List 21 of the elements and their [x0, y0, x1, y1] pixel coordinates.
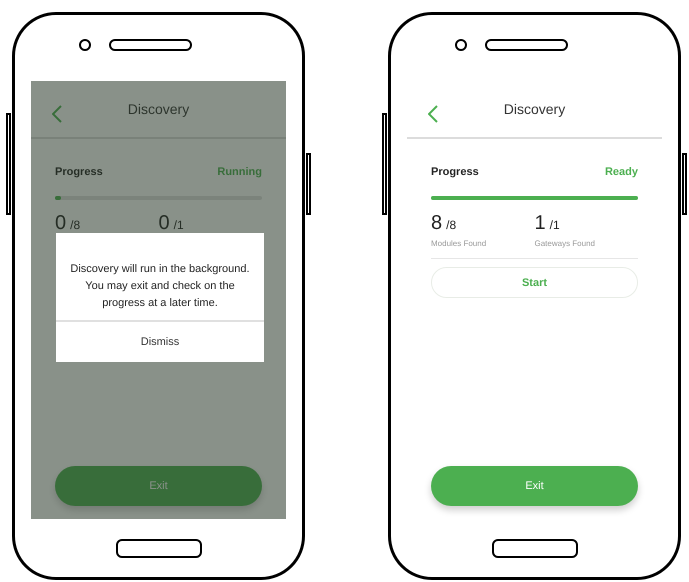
camera-icon — [455, 39, 467, 51]
status-text: Running — [217, 166, 262, 178]
count-label: Gateways Found — [534, 239, 596, 248]
start-button[interactable]: Start — [431, 267, 638, 298]
exit-button[interactable]: Exit — [431, 466, 638, 506]
screen-title: Discovery — [504, 101, 566, 117]
count-value: 0 /8 — [55, 212, 82, 235]
status-text: Ready — [604, 166, 638, 178]
back-icon[interactable] — [428, 105, 438, 123]
count-value: 1 /1 — [534, 212, 561, 235]
progress-label: Progress — [431, 166, 479, 178]
back-icon[interactable] — [52, 105, 62, 123]
count-label: Modules Found — [431, 239, 488, 248]
count-value: 8 /8 — [431, 212, 458, 235]
progress-label: Progress — [55, 166, 103, 178]
exit-button[interactable]: Exit — [55, 466, 262, 506]
speaker-icon — [109, 39, 192, 51]
count-value: 0 /1 — [158, 212, 185, 235]
screen-title: Discovery — [128, 101, 190, 117]
speaker-icon — [485, 39, 568, 51]
camera-icon — [79, 39, 91, 51]
